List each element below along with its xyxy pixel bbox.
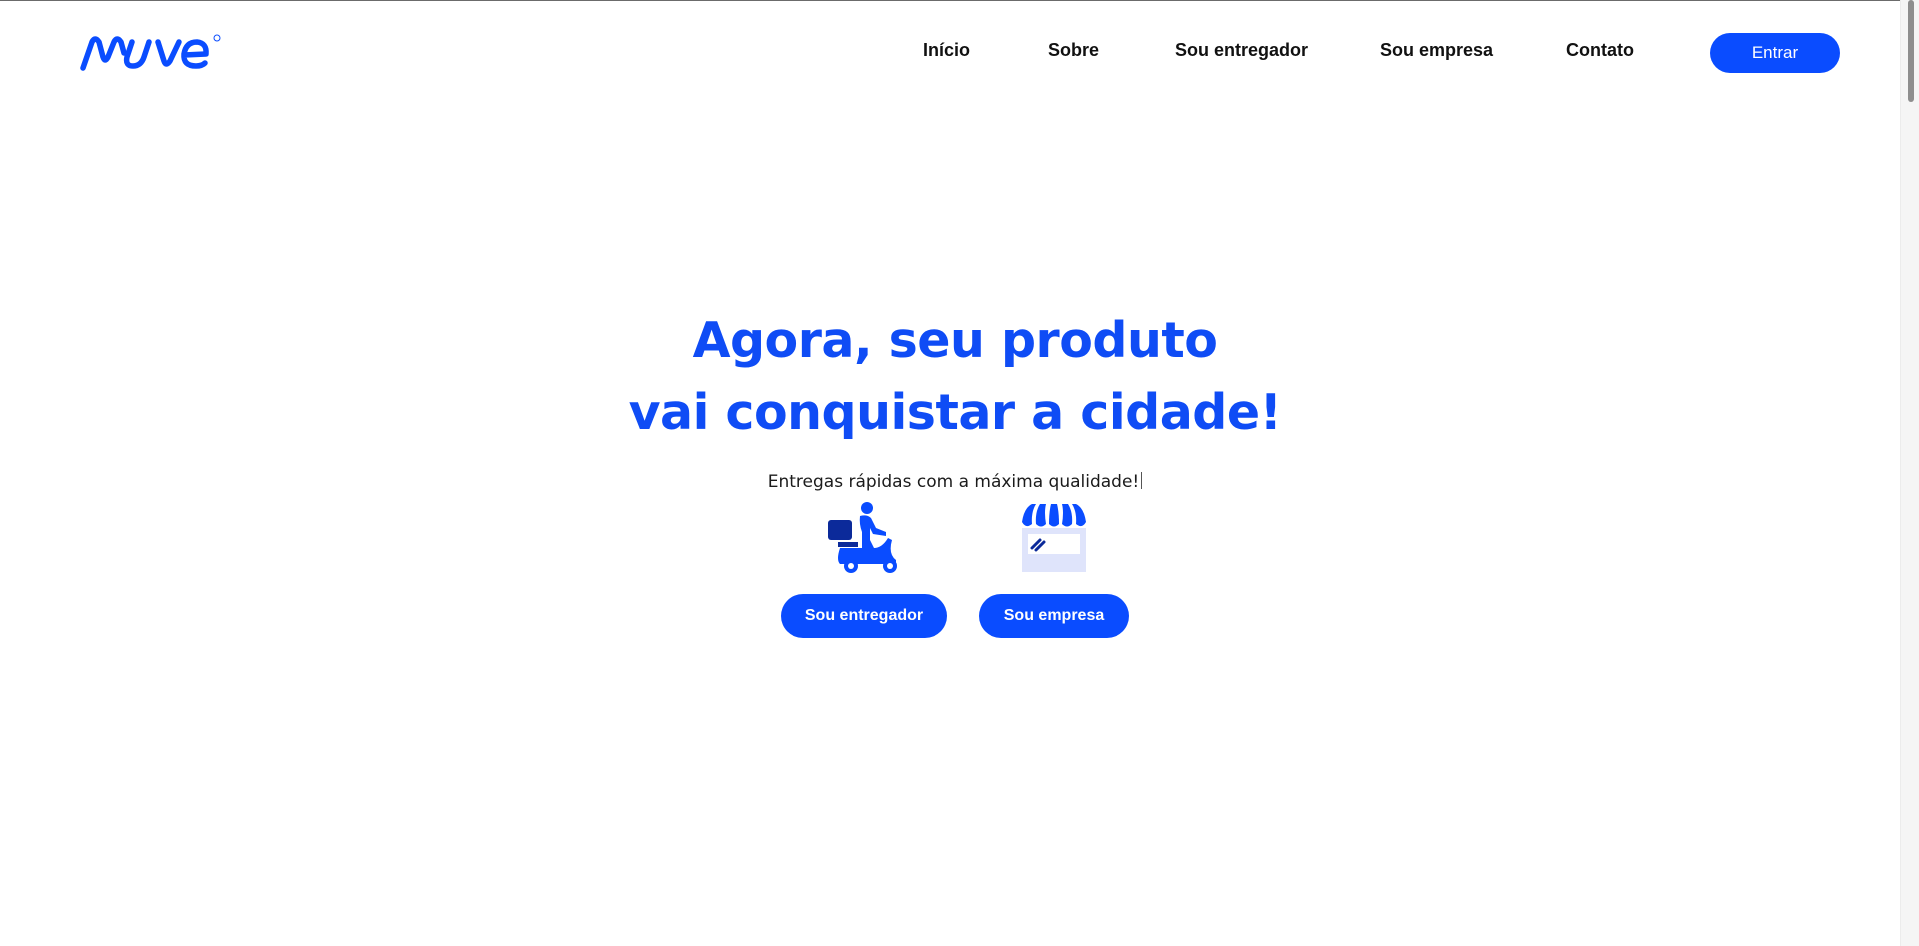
hero-title-line1: Agora, seu produto <box>692 312 1218 369</box>
hero-subtitle-text: Entregas rápidas com a máxima qualidade! <box>767 472 1140 492</box>
nav-sobre[interactable]: Sobre <box>1048 40 1099 61</box>
nav-contato[interactable]: Contato <box>1566 40 1634 61</box>
nav-sou-entregador[interactable]: Sou entregador <box>1175 40 1308 61</box>
typing-caret <box>1141 472 1143 489</box>
scrollbar-thumb[interactable] <box>1908 0 1914 102</box>
hero-subtitle: Entregas rápidas com a máxima qualidade! <box>700 472 1210 492</box>
nav-sou-empresa[interactable]: Sou empresa <box>1380 40 1493 61</box>
storefront-icon <box>1022 504 1086 572</box>
muve-logo[interactable] <box>80 33 222 71</box>
delivery-scooter-icon <box>828 502 897 573</box>
site-header: Início Sobre Sou entregador Sou empresa … <box>0 0 1900 104</box>
vertical-scrollbar[interactable] <box>1900 0 1919 946</box>
company-signup-button[interactable]: Sou empresa <box>979 594 1129 638</box>
login-button[interactable]: Entrar <box>1710 33 1840 73</box>
hero-title: Agora, seu produto vai conquistar a cida… <box>560 305 1350 449</box>
nav-inicio[interactable]: Início <box>923 40 970 61</box>
courier-signup-button[interactable]: Sou entregador <box>781 594 947 638</box>
hero-title-line2: vai conquistar a cidade! <box>628 384 1282 441</box>
